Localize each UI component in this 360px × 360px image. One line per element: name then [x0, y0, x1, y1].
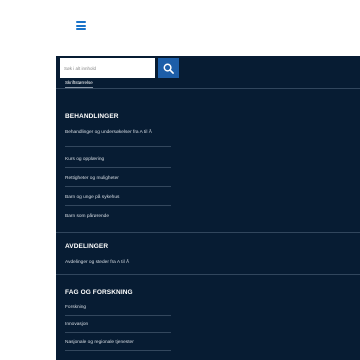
menu-divider: [65, 205, 171, 206]
font-size-link[interactable]: Skriftstørrelse: [65, 80, 93, 88]
divider: [56, 88, 360, 89]
search-button[interactable]: [158, 58, 179, 78]
menu-item-barn-sykehus[interactable]: Barn og unge på sykehus: [65, 195, 200, 202]
menu-item-barn-parorende[interactable]: Barn som pårørende: [65, 214, 200, 221]
menu-item-forskning[interactable]: Forskning: [65, 305, 200, 312]
search-bar: [60, 58, 179, 78]
menu-item-behandlinger-a-aa[interactable]: Behandlinger og undersøkelser fra A til …: [65, 130, 177, 137]
menu-item-rettigheter[interactable]: Rettigheter og muligheter: [65, 176, 200, 183]
search-input[interactable]: [60, 58, 155, 78]
section-title: FAG OG FORSKNING: [65, 289, 133, 296]
section-fag-forskning: FAG OG FORSKNING: [65, 289, 200, 296]
navigation-menu: Skriftstørrelse BEHANDLINGER Behandlinge…: [56, 56, 360, 360]
menu-item-innovasjon[interactable]: Innovasjon: [65, 322, 200, 329]
search-icon: [163, 63, 174, 74]
section-behandlinger: BEHANDLINGER: [65, 113, 200, 120]
menu-item-nasjonale-tjenester[interactable]: Nasjonale og regionale tjenester: [65, 340, 200, 347]
page: Skriftstørrelse BEHANDLINGER Behandlinge…: [0, 0, 360, 360]
menu-divider: [65, 332, 171, 333]
menu-item-avdelinger-a-aa[interactable]: Avdelinger og steder fra A til Å: [65, 260, 200, 267]
section-title: BEHANDLINGER: [65, 113, 119, 120]
menu-item-kurs[interactable]: Kurs og opplæring: [65, 157, 200, 164]
menu-divider: [65, 350, 171, 351]
top-bar: [0, 0, 360, 56]
divider: [56, 232, 360, 233]
hamburger-icon[interactable]: [76, 21, 86, 30]
section-avdelinger: AVDELINGER: [65, 243, 200, 250]
menu-divider: [65, 186, 171, 187]
menu-divider: [65, 167, 171, 168]
divider: [56, 274, 360, 275]
section-title: AVDELINGER: [65, 243, 109, 250]
menu-divider: [65, 315, 171, 316]
menu-divider: [65, 146, 171, 147]
